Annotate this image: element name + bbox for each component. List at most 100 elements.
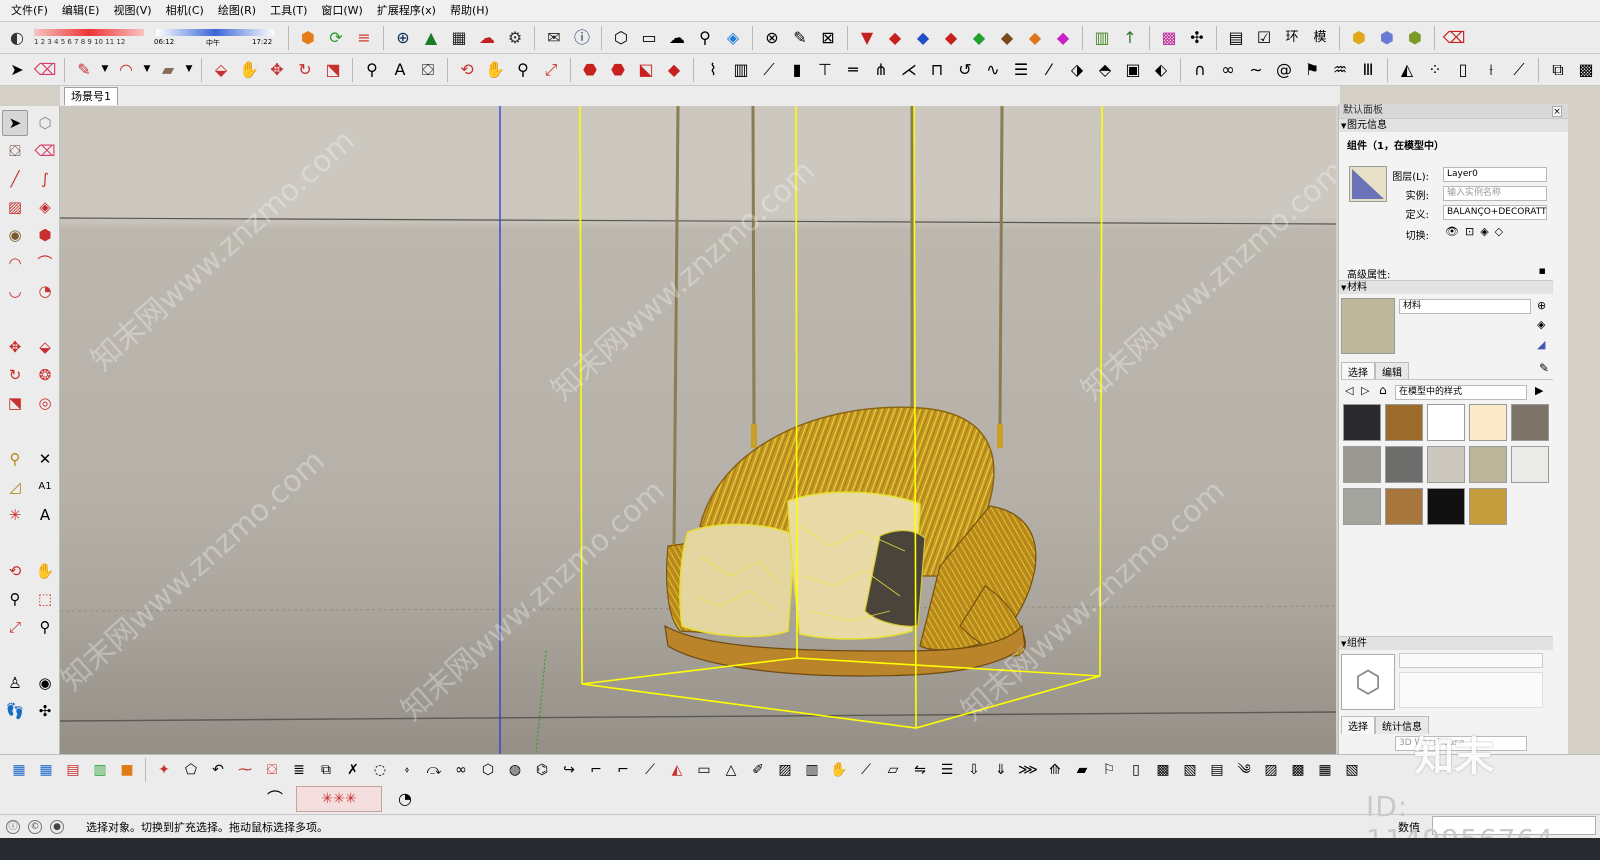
material-swatch[interactable] [1469,488,1507,525]
lines2-icon[interactable]: ☰ [934,757,960,783]
stack-icon[interactable]: ≣ [286,757,312,783]
pie-icon[interactable]: ◔ [32,278,58,304]
menu-edit[interactable]: 编辑(E) [55,0,107,22]
tab-component-select[interactable]: 选择 [1341,716,1375,734]
protractor-icon[interactable]: ◿ [2,474,28,500]
tool-b-icon[interactable]: ⊠ [815,25,841,51]
plank-icon[interactable]: ▰ [1069,757,1095,783]
layer-grid-icon[interactable]: ▤ [60,757,86,783]
advanced-toggle-icon[interactable]: ▪ [1539,264,1546,277]
material-swatch[interactable] [1469,446,1507,483]
menu-help[interactable]: 帮助(H) [443,0,496,22]
pen2-icon[interactable]: ✐ [745,757,771,783]
orbit-icon[interactable]: ⟲ [2,558,28,584]
back-arrow-icon[interactable]: ◁ [1345,384,1353,397]
shadow-toggle-icon[interactable]: ◐ [4,25,30,51]
arrow-down-icon[interactable]: ⇩ [961,757,987,783]
eraser-icon[interactable]: ⌫ [32,138,58,164]
hatch2-icon[interactable]: ▧ [1177,757,1203,783]
pan-icon[interactable]: ✋ [482,57,508,83]
material-swatch[interactable] [1511,404,1549,441]
warehouse-red-icon[interactable]: ⬣ [577,57,603,83]
eye-icon[interactable]: 👁 [1445,225,1459,238]
tape-icon[interactable]: ⚲ [359,57,385,83]
text-label-icon[interactable]: A1 [32,474,58,500]
door-icon[interactable]: ▯ [1123,757,1149,783]
frame2-icon[interactable]: ▭ [691,757,717,783]
hand2-icon[interactable]: ✋ [826,757,852,783]
push-brown-icon[interactable]: ◆ [994,25,1020,51]
material-name-input[interactable]: 材料 [1399,299,1531,314]
model-icon[interactable]: 模 [1307,25,1333,51]
month-slider[interactable]: 1 2 3 4 5 6 7 8 9 10 11 12 [32,24,150,52]
select-arrow-icon[interactable]: ➤ [2,110,28,136]
gradient-icon[interactable]: ▥ [1089,25,1115,51]
checker-icon[interactable]: ▦ [446,25,472,51]
bend-icon[interactable]: ◔ [392,786,418,812]
user-icon[interactable]: ● [50,819,64,834]
push-pull-icon[interactable]: ⬙ [32,334,58,360]
material-swatch[interactable] [1469,404,1507,441]
table-icon[interactable]: ▤ [1223,25,1249,51]
spiral-icon[interactable]: ∿ [980,57,1006,83]
weave-icon[interactable]: ⋙ [1015,757,1041,783]
sample-paint-icon[interactable]: ◈ [1537,318,1545,331]
component-icon[interactable]: ⬡ [32,110,58,136]
block-icon[interactable]: ▣ [1120,57,1146,83]
warehouse-icon[interactable]: ⬢ [295,25,321,51]
move-icon[interactable]: ✥ [264,57,290,83]
menu-file[interactable]: 文件(F) [4,0,55,22]
close-icon[interactable]: × [1552,106,1562,117]
menu-view[interactable]: 视图(V) [106,0,158,22]
checkbox-icon[interactable]: ☑ [1251,25,1277,51]
beam-icon[interactable]: ⊤ [812,57,838,83]
previous-view-icon[interactable]: ⚲ [32,614,58,640]
loop-icon[interactable]: ∞ [448,757,474,783]
wave-icon[interactable]: ∼ [1243,57,1269,83]
tab-material-edit[interactable]: 编辑 [1375,362,1409,380]
dropdown-icon[interactable]: ▼ [183,57,195,83]
brush-icon[interactable]: ⟋ [1506,57,1532,83]
hatch7-icon[interactable]: ▧ [1339,757,1365,783]
axes-icon[interactable]: ✳ [2,502,28,528]
dropdown-icon[interactable]: ▼ [141,57,153,83]
scale-icon[interactable]: ⬔ [320,57,346,83]
hatch5-icon[interactable]: ▩ [1285,757,1311,783]
eraser-icon[interactable]: ⌫ [32,57,58,83]
extension-icon[interactable]: ⬣ [605,57,631,83]
hatch6-icon[interactable]: ▦ [1312,757,1338,783]
menu-tools[interactable]: 工具(T) [263,0,314,22]
pattern-tools-icon[interactable]: ✳✳✳ [296,786,382,812]
cube-outline-icon[interactable]: ⬡ [608,25,634,51]
columns-icon[interactable]: Ⅲ [1355,57,1381,83]
menu-extensions[interactable]: 扩展程序(x) [370,0,443,22]
layers-flat-icon[interactable]: ⬘ [1092,57,1118,83]
push-red-icon[interactable]: ◆ [938,25,964,51]
refresh-icon[interactable]: ⟳ [323,25,349,51]
lock-icon[interactable]: ⊡ [1465,225,1474,238]
cross-icon[interactable]: ✗ [340,757,366,783]
zoom-icon[interactable]: ⚲ [510,57,536,83]
push-green-icon[interactable]: ◆ [966,25,992,51]
freehand-icon[interactable]: ∫ [32,166,58,192]
section-plane-icon[interactable]: ✣ [32,698,58,724]
pencil-icon[interactable]: ✎ [71,57,97,83]
polygon-icon[interactable]: ⬢ [32,222,58,248]
flag-icon[interactable]: ⚑ [1299,57,1325,83]
swirl-icon[interactable]: ༄ [1231,757,1257,783]
up-arrow-icon[interactable]: ↑ [1117,25,1143,51]
grid-copy-icon[interactable]: ▦ [33,757,59,783]
chain-icon[interactable]: ∞ [1215,57,1241,83]
default-material-icon[interactable]: ◢ [1537,338,1545,351]
stairs-icon[interactable]: ⌇ [700,57,726,83]
look-around-icon[interactable]: ◉ [32,670,58,696]
window-icon[interactable]: ▥ [728,57,754,83]
material-swatch[interactable] [1427,404,1465,441]
hatch-icon[interactable]: ▨ [772,757,798,783]
mesh-icon[interactable]: ⬡ [475,757,501,783]
material-swatch[interactable] [1343,446,1381,483]
paint-bucket-icon[interactable]: ⛋ [415,57,441,83]
grid-icon[interactable]: ▦ [6,757,32,783]
scale-icon[interactable]: ⬔ [2,390,28,416]
box-green-icon[interactable]: ⬢ [1402,25,1428,51]
